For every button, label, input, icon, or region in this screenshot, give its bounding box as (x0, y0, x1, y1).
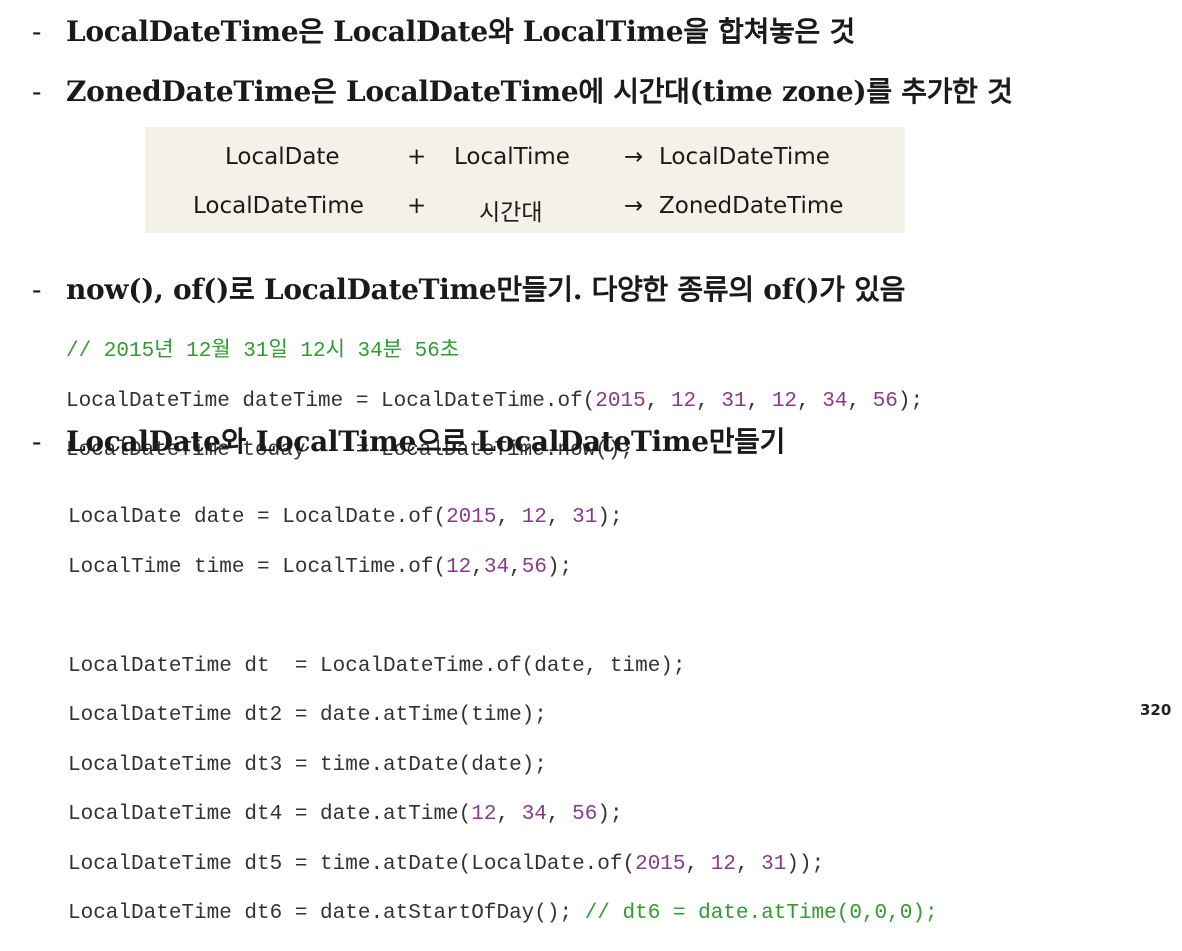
bullet-dash: - (32, 15, 42, 48)
table-arrow: → (624, 144, 644, 170)
table-cell: LocalDateTime (659, 144, 830, 170)
code-line: LocalDateTime dt5 = time.atDate(LocalDat… (68, 852, 825, 876)
table-op: + (407, 193, 427, 219)
code-block-now-of: // 2015년 12월 31일 12시 34분 56초 LocalDateTi… (66, 316, 923, 488)
code-line: LocalDate date = LocalDate.of(2015, 12, … (68, 506, 623, 529)
bullet-dash: - (32, 75, 42, 108)
code-line: LocalDateTime dt2 = date.atTime(time); (68, 704, 547, 727)
bullet-zoneddatetime: - ZonedDateTime은 LocalDateTime에 시간대(time … (32, 70, 1013, 110)
table-op: + (407, 144, 427, 170)
bullet-dash: - (32, 425, 42, 458)
bullet-date-time-combine: - LocalDate와 LocalTime으로 LocalDateTime만들기 (32, 420, 785, 460)
code-comment: // dt6 = date.atTime(0,0,0); (584, 902, 938, 925)
code-line: LocalDateTime dt6 = date.atStartOfDay();… (68, 902, 938, 925)
table-cell: LocalDateTime (193, 193, 364, 219)
table-arrow: → (624, 193, 644, 219)
code-line: LocalDateTime dt4 = date.atTime(12, 34, … (68, 803, 623, 826)
code-block-combine: LocalDate date = LocalDate.of(2015, 12, … (68, 482, 938, 951)
code-line: LocalTime time = LocalTime.of(12,34,56); (68, 555, 573, 579)
bullet-text: ZonedDateTime은 LocalDateTime에 시간대(time z… (66, 75, 1013, 108)
bullet-text: LocalDate와 LocalTime으로 LocalDateTime만들기 (66, 425, 786, 458)
code-line: LocalDateTime dt3 = time.atDate(date); (68, 753, 547, 777)
code-line: LocalDateTime dt = LocalDateTime.of(date… (68, 654, 686, 678)
table-cell: 시간대 (479, 200, 543, 226)
code-comment: // 2015년 12월 31일 12시 34분 56초 (66, 340, 460, 363)
table-cell: LocalTime (454, 144, 570, 170)
bullet-localdatetime: - LocalDateTime은 LocalDate와 LocalTime을 합쳐… (32, 10, 855, 50)
bullet-dash: - (32, 273, 42, 306)
bullet-text: now(), of()로 LocalDateTime만들기. 다양한 종류의 o… (66, 273, 906, 306)
table-cell: ZonedDateTime (659, 193, 844, 219)
composition-table: LocalDate + LocalTime → LocalDateTime Lo… (145, 127, 905, 233)
bullet-now-of: - now(), of()로 LocalDateTime만들기. 다양한 종류의 … (32, 268, 905, 308)
page-number: 320 (1140, 701, 1172, 719)
bullet-text: LocalDateTime은 LocalDate와 LocalTime을 합쳐놓… (66, 15, 855, 48)
table-cell: LocalDate (225, 144, 340, 170)
code-line: LocalDateTime dateTime = LocalDateTime.o… (66, 389, 924, 413)
